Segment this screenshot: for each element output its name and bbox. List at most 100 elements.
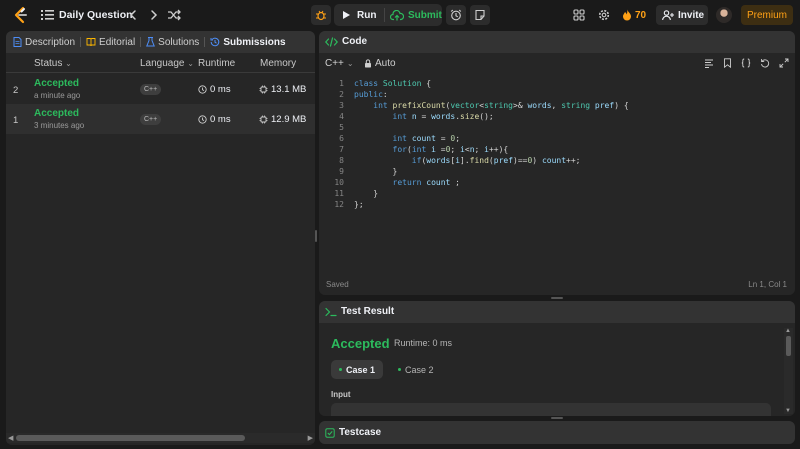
shuffle-icon[interactable] (167, 8, 181, 22)
editor-toolbar: C++ ⌄ Auto (319, 53, 795, 75)
tab-solutions[interactable]: Solutions (146, 37, 199, 48)
gear-icon[interactable] (598, 9, 610, 21)
case-label: Case 1 (346, 364, 376, 375)
tab-submissions[interactable]: Submissions (210, 37, 286, 48)
terminal-icon (325, 307, 337, 316)
memory-value: 13.1 MB (259, 84, 306, 95)
premium-button[interactable]: Premium (741, 5, 793, 25)
column-language[interactable]: Language ⌄ (140, 58, 194, 69)
daily-question-title[interactable]: Daily Question (59, 9, 133, 21)
code-panel-header: Code (319, 31, 795, 53)
expand-icon[interactable] (779, 58, 789, 68)
history-icon (210, 37, 220, 47)
run-divider (384, 8, 385, 22)
chevron-right-icon[interactable] (147, 8, 161, 22)
timer-button[interactable] (446, 5, 466, 25)
tab-label: Editorial (99, 36, 136, 48)
line-number: 3 (339, 101, 344, 110)
table-row[interactable]: 2 Accepted a minute ago C++ 0 ms 13.1 MB (6, 74, 315, 104)
code-text: } (354, 167, 398, 176)
line-number: 8 (339, 156, 344, 165)
line-number: 12 (334, 200, 344, 209)
language-value: C++ (325, 58, 344, 69)
row-number: 2 (13, 85, 19, 96)
status-badge[interactable]: Accepted (34, 108, 79, 119)
code-panel: Code C++ ⌄ Auto 1 class Solution {2 pub… (319, 31, 795, 295)
notes-button[interactable] (470, 5, 490, 25)
column-status[interactable]: Status ⌄ (34, 58, 72, 69)
save-status: Saved (326, 280, 349, 289)
horizontal-resize-handle[interactable] (551, 417, 563, 419)
tab-label: Solutions (158, 36, 200, 48)
flame-icon (623, 9, 631, 21)
case-tab-2[interactable]: Case 2 (390, 360, 442, 379)
flask-icon (146, 37, 156, 47)
case-tab-1[interactable]: Case 1 (331, 360, 384, 379)
avatar[interactable] (716, 7, 732, 23)
vertical-scrollbar[interactable]: ▲ ▼ (784, 328, 793, 414)
runtime-text: 0 ms (210, 114, 231, 125)
table-row[interactable]: 1 Accepted 3 minutes ago C++ 0 ms 12.9 M… (6, 104, 315, 134)
horizontal-resize-handle[interactable] (551, 297, 563, 299)
language-pill: C++ (140, 84, 162, 95)
add-user-icon (662, 9, 674, 20)
tab-divider (204, 37, 206, 47)
submit-button[interactable]: Submit (386, 4, 442, 26)
code-text: if(words[i].find(pref)==0) count++; (411, 156, 581, 165)
scroll-down-icon[interactable]: ▼ (785, 408, 791, 414)
memory-text: 13.1 MB (271, 84, 307, 95)
input-label: Input (331, 390, 351, 399)
layout-grid-icon[interactable] (573, 9, 585, 21)
scroll-up-icon[interactable]: ▲ (785, 328, 791, 334)
vertical-resize-handle[interactable] (315, 230, 317, 242)
column-runtime: Runtime (198, 58, 236, 69)
code-text: class Solution { (354, 79, 432, 88)
leetcode-logo-icon[interactable] (12, 6, 30, 24)
submit-label: Submit (408, 9, 442, 21)
line-number: 4 (339, 112, 344, 121)
auto-mode-toggle[interactable]: Auto (364, 58, 396, 69)
run-button[interactable]: Run (334, 4, 384, 26)
line-number: 2 (339, 90, 344, 99)
chevron-down-icon: ⌄ (65, 59, 72, 68)
clock-icon (198, 115, 207, 124)
tab-divider (80, 37, 82, 47)
chip-icon (259, 115, 268, 124)
reset-icon[interactable] (760, 58, 770, 68)
case-label: Case 2 (405, 364, 434, 375)
line-number: 11 (334, 189, 344, 198)
testcase-panel[interactable]: Testcase (319, 421, 795, 444)
result-verdict: Accepted (331, 336, 390, 351)
scrollbar-thumb[interactable] (786, 336, 791, 356)
tab-divider (140, 37, 142, 47)
code-text: public: (354, 90, 388, 99)
format-icon[interactable] (704, 58, 714, 68)
test-result-panel: Test Result Accepted Runtime: 0 ms Case … (319, 301, 795, 416)
streak-counter[interactable]: 70 (622, 9, 646, 21)
scroll-right-icon[interactable]: ▶ (308, 434, 313, 442)
code-editor[interactable]: 1 class Solution { 2 public: 3 int prefixC… (319, 76, 795, 276)
tab-description[interactable]: Description (13, 37, 75, 48)
line-number: 1 (339, 79, 344, 88)
debug-button[interactable] (311, 5, 331, 25)
chevron-left-icon[interactable] (126, 8, 140, 22)
invite-button[interactable]: Invite (656, 5, 708, 25)
top-bar: Daily Question Run Submit 70 Invite Prem… (0, 0, 800, 30)
horizontal-scrollbar[interactable]: ◀ ▶ (6, 433, 315, 443)
scrollbar-thumb[interactable] (16, 435, 245, 441)
status-badge[interactable]: Accepted (34, 78, 79, 89)
book-icon (86, 38, 96, 47)
braces-icon[interactable] (741, 58, 751, 68)
line-number: 5 (339, 123, 344, 132)
bookmark-icon[interactable] (723, 58, 732, 68)
code-text: int count = 0; (392, 134, 461, 143)
problem-list-icon[interactable] (41, 9, 54, 21)
scroll-left-icon[interactable]: ◀ (8, 434, 13, 442)
submissions-panel: Description Editorial Solutions Submissi… (6, 31, 315, 445)
memory-value: 12.9 MB (259, 114, 306, 125)
chevron-down-icon: ⌄ (346, 59, 354, 68)
tab-editorial[interactable]: Editorial (86, 37, 135, 48)
tab-label: Description (25, 36, 76, 48)
language-select[interactable]: C++ ⌄ (325, 58, 354, 69)
memory-text: 12.9 MB (271, 114, 307, 125)
